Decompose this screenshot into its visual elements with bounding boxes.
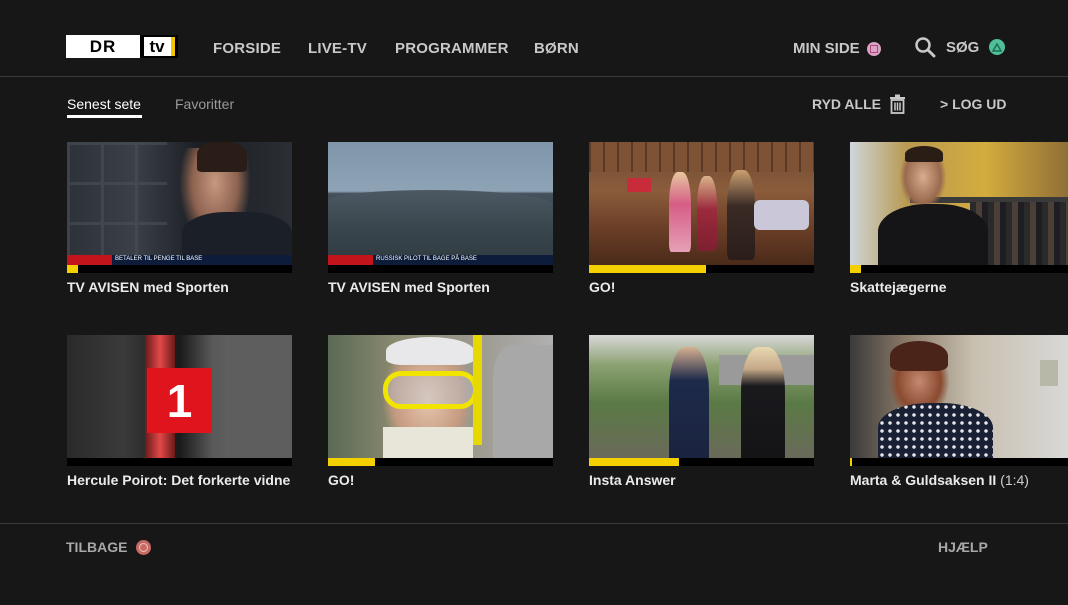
back-label: TILBAGE (66, 539, 128, 555)
program-title: Hercule Poirot: Det forkerte vidne (67, 472, 291, 488)
circle-button-icon (136, 539, 152, 555)
program-thumbnail (589, 335, 814, 458)
top-bar: DR tv FORSIDE LIVE-TV PROGRAMMER BØRN MI… (0, 0, 1068, 77)
watch-progress-bar (850, 458, 1068, 466)
clear-all-button[interactable]: RYD ALLE (812, 94, 906, 114)
news-ticker: BETALER TIL PENGE TIL BASE (67, 255, 292, 265)
watch-progress-bar (850, 265, 1068, 273)
watch-progress-bar (328, 265, 553, 273)
program-tile[interactable]: GO! (328, 335, 553, 489)
program-thumbnail (850, 142, 1068, 265)
program-thumbnail: RUSSISK PILOT TIL BAGE PÅ BASE (328, 142, 553, 265)
program-title-text: Marta & Guldsaksen II (850, 472, 997, 488)
watch-progress-bar (589, 458, 814, 466)
my-page-label: MIN SIDE (793, 40, 860, 57)
help-button[interactable]: HJÆLP (938, 539, 988, 555)
watch-progress-fill (67, 265, 79, 273)
episode-label: (1:4) (1000, 472, 1029, 488)
program-title: Marta & Guldsaksen II (1:4) (850, 472, 1068, 489)
program-tile[interactable]: BETALER TIL PENGE TIL BASE TV AVISEN med… (67, 142, 292, 296)
search-label: SØG (946, 38, 980, 56)
watch-progress-fill (850, 265, 862, 273)
nav-forside[interactable]: FORSIDE (213, 40, 281, 57)
nav-programmer[interactable]: PROGRAMMER (395, 40, 509, 57)
search-button[interactable]: SØG (914, 36, 1006, 58)
ticker-text: RUSSISK PILOT TIL BAGE PÅ BASE (376, 256, 477, 262)
program-title: Skattejægerne (850, 279, 947, 295)
app: DR tv FORSIDE LIVE-TV PROGRAMMER BØRN MI… (0, 0, 1068, 605)
ticker-text: BETALER TIL PENGE TIL BASE (115, 256, 203, 262)
channel-number: 1 (166, 374, 193, 427)
program-tile[interactable]: RUSSISK PILOT TIL BAGE PÅ BASE TV AVISEN… (328, 142, 553, 296)
watch-progress-bar (67, 458, 292, 466)
program-tile[interactable]: GO! (589, 142, 814, 296)
logo-tv-text: tv (143, 37, 175, 56)
program-thumbnail (850, 335, 1068, 458)
nav-live-tv[interactable]: LIVE-TV (308, 40, 367, 57)
program-title: TV AVISEN med Sporten (328, 279, 490, 295)
program-tile[interactable]: 1 Hercule Poirot: Det forkerte vidne (67, 335, 292, 489)
square-button-icon (866, 41, 881, 56)
program-thumbnail: BETALER TIL PENGE TIL BASE (67, 142, 292, 265)
logo-tv-box: tv (140, 35, 178, 58)
program-tile[interactable]: Skattejægerne (850, 142, 1068, 296)
watch-progress-fill (850, 458, 853, 466)
nav-boern[interactable]: BØRN (534, 40, 579, 57)
footer-divider (0, 523, 1068, 524)
watch-progress-fill (589, 265, 706, 273)
program-tile[interactable]: Marta & Guldsaksen II (1:4) (850, 335, 1068, 489)
program-title: GO! (328, 472, 355, 488)
program-title: Insta Answer (589, 472, 676, 488)
watch-progress-fill (589, 458, 679, 466)
tab-favoritter[interactable]: Favoritter (175, 96, 234, 112)
program-thumbnail (328, 335, 553, 458)
watch-progress-bar (67, 265, 292, 273)
program-title: GO! (589, 279, 616, 295)
program-thumbnail (589, 142, 814, 265)
program-thumbnail: 1 (67, 335, 292, 458)
tab-senest-sete[interactable]: Senest sete (67, 96, 141, 112)
dr-tv-logo[interactable]: DR tv (66, 35, 178, 58)
watch-progress-fill (328, 458, 376, 466)
program-tile[interactable]: Insta Answer (589, 335, 814, 489)
watch-progress-bar (589, 265, 814, 273)
logout-button[interactable]: > LOG UD (940, 96, 1007, 112)
clear-all-label: RYD ALLE (812, 96, 881, 112)
program-title: TV AVISEN med Sporten (67, 279, 229, 295)
back-button[interactable]: TILBAGE (66, 539, 152, 555)
my-page-button[interactable]: MIN SIDE (793, 40, 881, 57)
active-tab-indicator (67, 115, 142, 118)
search-icon (915, 37, 936, 58)
trash-icon (889, 94, 905, 114)
logo-dr-text: DR (66, 35, 140, 58)
news-ticker: RUSSISK PILOT TIL BAGE PÅ BASE (328, 255, 553, 265)
watch-progress-bar (328, 458, 553, 466)
triangle-button-icon (989, 39, 1006, 55)
